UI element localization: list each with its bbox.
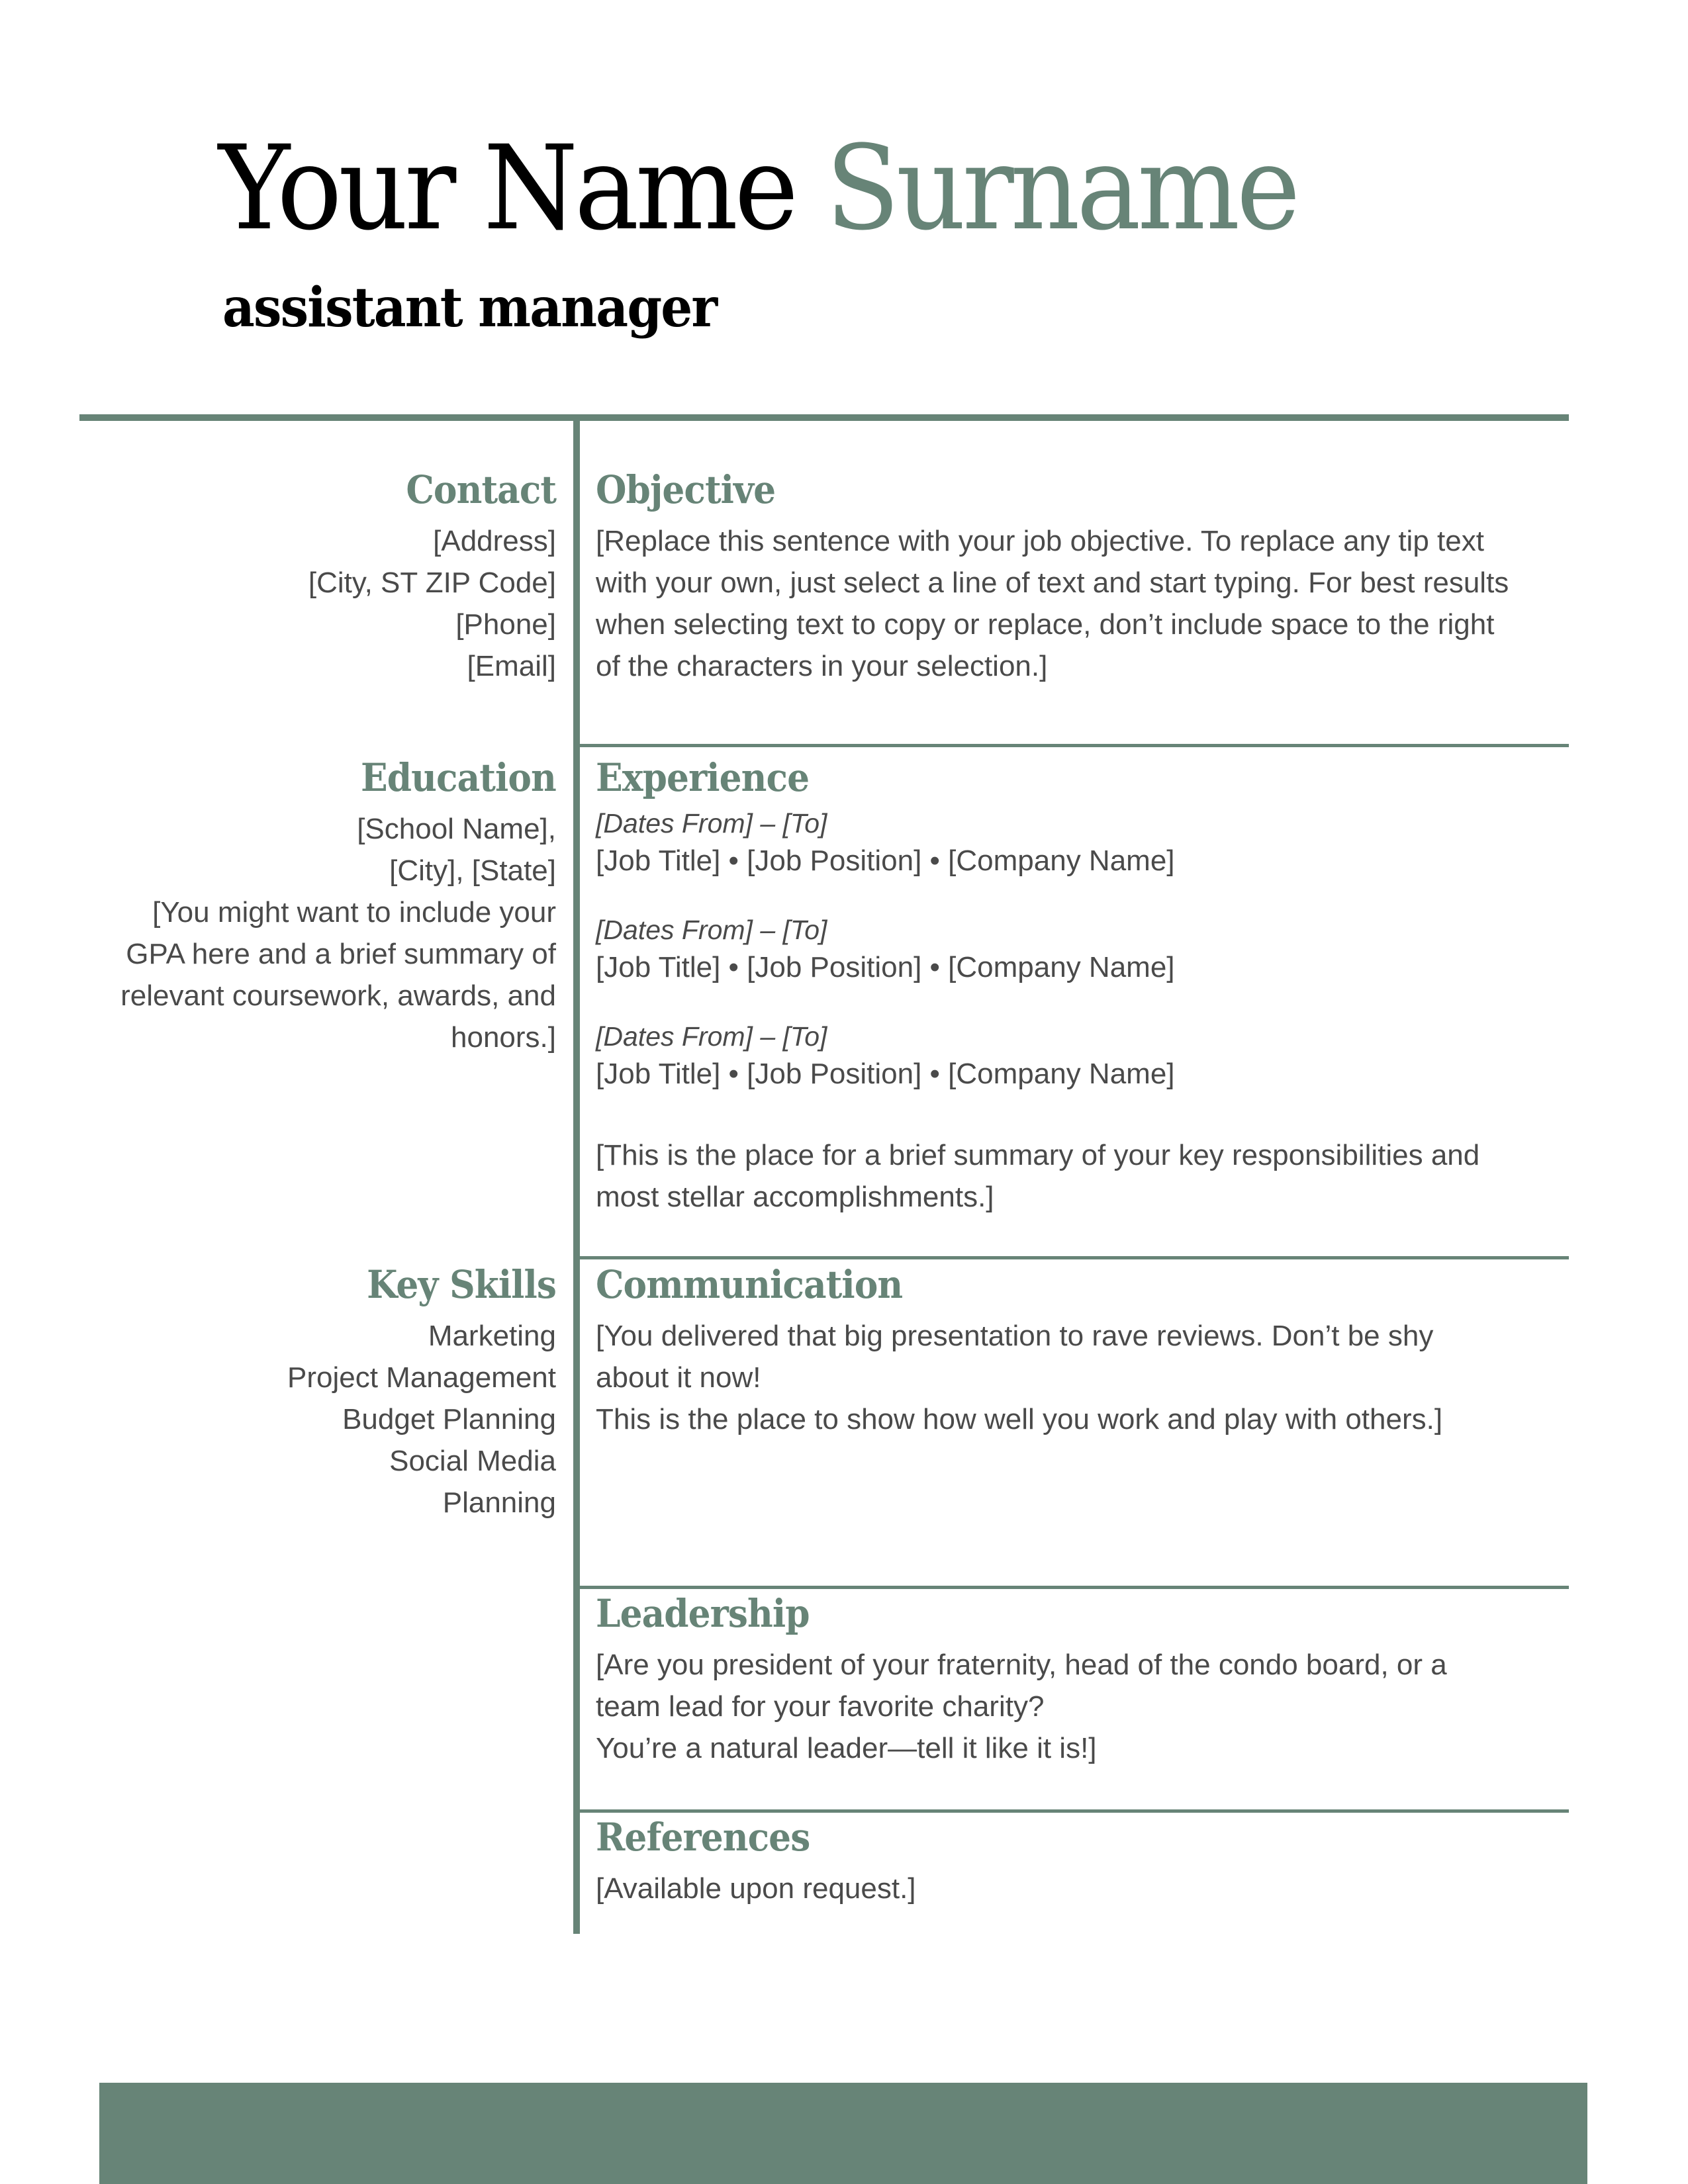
leadership-section: Leadership [Are you president of your fr… bbox=[596, 1588, 1562, 1769]
objective-line: of the characters in your selection.] bbox=[596, 650, 1048, 682]
education-location: [City], [State] bbox=[389, 854, 556, 887]
communication-heading: Communication bbox=[596, 1262, 903, 1307]
contact-address: [Address] bbox=[433, 525, 556, 557]
experience-section: Experience [Dates From] – [To] [Job Titl… bbox=[596, 752, 1562, 1218]
footer-bar bbox=[99, 2083, 1587, 2184]
education-section: Education [School Name], [City], [State]… bbox=[120, 752, 557, 1058]
column-divider bbox=[573, 414, 580, 1934]
communication-line: [You delivered that big presentation to … bbox=[596, 1320, 1434, 1352]
references-section: References [Available upon request.] bbox=[596, 1812, 1562, 1909]
communication-line: This is the place to show how well you w… bbox=[596, 1403, 1443, 1435]
education-note-line: honors.] bbox=[451, 1021, 556, 1054]
contact-heading: Contact bbox=[406, 467, 557, 512]
job-title: assistant manager bbox=[222, 276, 718, 340]
communication-line: about it now! bbox=[596, 1361, 761, 1394]
contact-city: [City, ST ZIP Code] bbox=[308, 567, 556, 599]
leadership-line: team lead for your favorite charity? bbox=[596, 1690, 1045, 1723]
objective-heading: Objective bbox=[596, 467, 776, 512]
contact-phone: [Phone] bbox=[455, 608, 556, 641]
first-name: Your Name bbox=[218, 120, 798, 256]
job-dates: [Dates From] – [To] bbox=[596, 808, 827, 839]
objective-line: when selecting text to copy or replace, … bbox=[596, 608, 1495, 641]
resume-name: Your Name Surname bbox=[218, 116, 1301, 261]
job-dates: [Dates From] – [To] bbox=[596, 915, 827, 945]
skill-item: Budget Planning bbox=[342, 1403, 556, 1435]
leadership-line: You’re a natural leader—tell it like it … bbox=[596, 1732, 1097, 1764]
experience-summary-line: [This is the place for a brief summary o… bbox=[596, 1139, 1480, 1171]
objective-line: with your own, just select a line of tex… bbox=[596, 567, 1509, 599]
key-skills-section: Key Skills Marketing Project Management … bbox=[287, 1259, 557, 1524]
experience-divider bbox=[580, 744, 1569, 747]
objective-line: [Replace this sentence with your job obj… bbox=[596, 525, 1484, 557]
experience-summary-line: most stellar accomplishments.] bbox=[596, 1181, 994, 1213]
objective-section: Objective [Replace this sentence with yo… bbox=[596, 465, 1562, 687]
job-dates: [Dates From] – [To] bbox=[596, 1021, 827, 1052]
job-details: [Job Title] • [Job Position] • [Company … bbox=[596, 1058, 1175, 1090]
job-details: [Job Title] • [Job Position] • [Company … bbox=[596, 844, 1175, 877]
communication-section: Communication [You delivered that big pr… bbox=[596, 1259, 1562, 1440]
experience-entry: [Dates From] – [To] [Job Title] • [Job P… bbox=[596, 1020, 1562, 1095]
references-heading: References bbox=[596, 1815, 810, 1860]
references-line: [Available upon request.] bbox=[596, 1872, 916, 1905]
education-note-line: GPA here and a brief summary of bbox=[126, 938, 556, 970]
experience-entry: [Dates From] – [To] [Job Title] • [Job P… bbox=[596, 807, 1562, 882]
skill-item: Marketing bbox=[428, 1320, 556, 1352]
experience-entry: [Dates From] – [To] [Job Title] • [Job P… bbox=[596, 913, 1562, 988]
education-school: [School Name], bbox=[357, 813, 556, 845]
leadership-heading: Leadership bbox=[596, 1591, 810, 1636]
job-details: [Job Title] • [Job Position] • [Company … bbox=[596, 951, 1175, 983]
surname: Surname bbox=[825, 120, 1300, 256]
contact-section: Contact [Address] [City, ST ZIP Code] [P… bbox=[308, 465, 557, 687]
skill-item: Planning bbox=[442, 1486, 556, 1519]
contact-email: [Email] bbox=[467, 650, 556, 682]
leadership-line: [Are you president of your fraternity, h… bbox=[596, 1649, 1447, 1681]
key-skills-heading: Key Skills bbox=[367, 1262, 557, 1307]
education-note-line: [You might want to include your bbox=[152, 896, 556, 929]
education-note-line: relevant coursework, awards, and bbox=[120, 979, 556, 1012]
skill-item: Project Management bbox=[287, 1361, 556, 1394]
experience-heading: Experience bbox=[596, 755, 810, 800]
skill-item: Social Media bbox=[389, 1445, 556, 1477]
education-heading: Education bbox=[361, 755, 557, 800]
header-divider bbox=[79, 414, 1569, 421]
